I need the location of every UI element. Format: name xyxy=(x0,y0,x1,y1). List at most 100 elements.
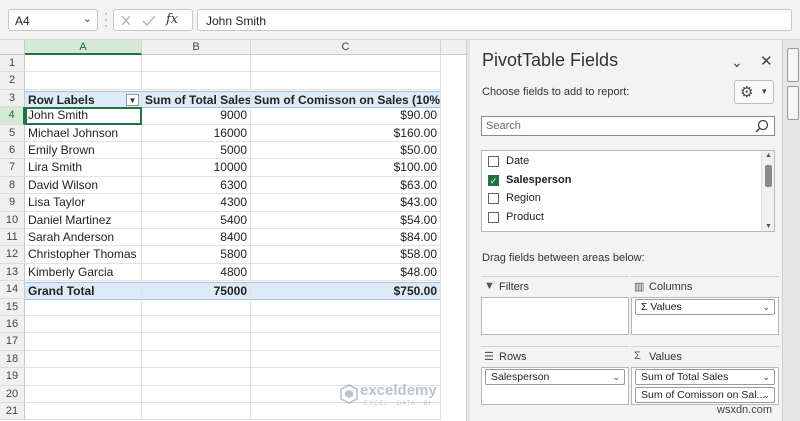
field-checkbox[interactable]: ✓ xyxy=(488,174,499,186)
row-header[interactable]: 6 xyxy=(0,142,25,160)
grand-total-label[interactable]: Grand Total xyxy=(25,282,142,300)
chevron-down-icon[interactable]: ⌄ xyxy=(731,54,743,71)
empty-cell[interactable] xyxy=(142,403,251,421)
select-all-corner[interactable] xyxy=(0,40,25,55)
column-header-d[interactable] xyxy=(441,40,466,55)
field-checkbox[interactable] xyxy=(488,193,499,204)
row-header[interactable]: 19 xyxy=(0,368,25,386)
total-sales-cell[interactable]: 6300 xyxy=(142,176,251,195)
grand-total-sales[interactable]: 75000 xyxy=(142,282,251,300)
scroll-down-icon[interactable]: ▼ xyxy=(765,223,772,230)
commission-cell[interactable]: $63.00 xyxy=(251,176,441,195)
rows-dropzone[interactable]: Salesperson ⌄ xyxy=(481,367,629,405)
row-label-cell[interactable]: David Wilson xyxy=(25,176,142,195)
rows-field-salesperson[interactable]: Salesperson ⌄ xyxy=(485,369,625,385)
row-header[interactable]: 9 xyxy=(0,194,25,212)
cancel-icon[interactable] xyxy=(121,15,131,26)
field-checkbox[interactable] xyxy=(488,156,499,167)
values-field-commission[interactable]: Sum of Comisson on Sal... ⌄ xyxy=(635,387,775,403)
row-header[interactable]: 20 xyxy=(0,385,25,403)
more-options-icon[interactable]: · · · xyxy=(103,7,109,31)
side-pane-tab[interactable] xyxy=(787,48,799,82)
row-header[interactable]: 14 xyxy=(0,281,25,299)
empty-cell[interactable] xyxy=(25,298,142,316)
empty-cell[interactable] xyxy=(142,316,251,334)
field-list-scrollbar[interactable]: ▲ ▼ xyxy=(761,151,774,231)
total-sales-cell[interactable]: 8400 xyxy=(142,229,251,247)
side-pane-tab[interactable] xyxy=(787,86,799,120)
row-label-cell[interactable]: Christopher Thomas xyxy=(25,246,142,264)
worksheet-grid[interactable]: A B C 1 2 3 4 5 6 7 8 9 10 11 12 13 14 15 16 17 18 19 20 21 … xyxy=(0,40,466,421)
insert-function-icon[interactable]: fx xyxy=(166,12,178,27)
chevron-down-icon[interactable]: ⌄ xyxy=(762,370,770,384)
commission-cell[interactable]: $160.00 xyxy=(251,124,441,142)
columns-dropzone[interactable]: Σ Values ⌄ xyxy=(631,297,779,335)
empty-cell[interactable] xyxy=(25,333,142,351)
sum-total-sales-header[interactable]: Sum of Total Sales xyxy=(142,90,251,109)
search-icon[interactable] xyxy=(754,118,770,134)
commission-cell[interactable]: $48.00 xyxy=(251,263,441,282)
empty-cell[interactable] xyxy=(25,72,142,90)
empty-cell[interactable] xyxy=(25,316,142,334)
total-sales-cell[interactable]: 5400 xyxy=(142,211,251,229)
chevron-down-icon[interactable]: ⌄ xyxy=(762,300,770,314)
row-header[interactable]: 2 xyxy=(0,72,25,90)
empty-cell[interactable] xyxy=(251,298,441,316)
tools-settings-button[interactable]: ⚙ ▾ xyxy=(734,80,774,104)
empty-cell[interactable] xyxy=(25,385,142,403)
row-header[interactable]: 3 xyxy=(0,89,25,108)
column-header-a[interactable]: A xyxy=(25,40,142,55)
values-field-total-sales[interactable]: Sum of Total Sales ⌄ xyxy=(635,369,775,385)
row-labels-header[interactable]: Row Labels ▼ xyxy=(25,90,142,109)
row-header[interactable]: 12 xyxy=(0,246,25,264)
empty-cell[interactable] xyxy=(25,350,142,369)
columns-field-values[interactable]: Σ Values ⌄ xyxy=(635,299,775,315)
field-search-input[interactable]: Search xyxy=(481,116,775,136)
empty-cell[interactable] xyxy=(251,72,441,90)
total-sales-cell[interactable]: 4300 xyxy=(142,194,251,212)
empty-cell[interactable] xyxy=(251,333,441,351)
filter-dropdown-icon[interactable]: ▼ xyxy=(126,93,139,106)
empty-cell[interactable] xyxy=(251,350,441,369)
empty-cell[interactable] xyxy=(142,298,251,316)
row-label-cell[interactable]: Lisa Taylor xyxy=(25,194,142,212)
empty-cell[interactable] xyxy=(25,55,142,73)
row-label-cell[interactable]: Daniel Martinez xyxy=(25,211,142,229)
row-label-cell[interactable]: Kimberly Garcia xyxy=(25,263,142,282)
row-header[interactable]: 8 xyxy=(0,176,25,195)
sum-commission-header[interactable]: Sum of Comisson on Sales (10%) xyxy=(251,90,441,109)
chevron-down-icon[interactable]: ⌄ xyxy=(83,12,92,25)
formula-input[interactable]: John Smith xyxy=(197,9,792,31)
row-header[interactable]: 13 xyxy=(0,263,25,282)
commission-cell[interactable]: $90.00 xyxy=(251,107,441,125)
field-checkbox[interactable] xyxy=(488,211,499,223)
total-sales-cell[interactable]: 5800 xyxy=(142,246,251,264)
total-sales-cell[interactable]: 4800 xyxy=(142,263,251,282)
row-header[interactable]: 15 xyxy=(0,298,25,316)
commission-cell[interactable]: $84.00 xyxy=(251,229,441,247)
column-header-b[interactable]: B xyxy=(142,40,251,55)
row-header[interactable]: 16 xyxy=(0,316,25,334)
empty-cell[interactable] xyxy=(251,55,441,73)
grand-total-commission[interactable]: $750.00 xyxy=(251,282,441,300)
filters-dropzone[interactable] xyxy=(481,297,629,335)
row-header[interactable]: 4 xyxy=(0,107,25,125)
row-header[interactable]: 17 xyxy=(0,333,25,351)
row-label-cell[interactable]: Lira Smith xyxy=(25,159,142,177)
enter-icon[interactable] xyxy=(142,15,156,26)
column-header-c[interactable]: C xyxy=(251,40,441,55)
close-icon[interactable]: ✕ xyxy=(760,52,773,70)
commission-cell[interactable]: $54.00 xyxy=(251,211,441,229)
empty-cell[interactable] xyxy=(142,368,251,386)
row-label-cell[interactable]: Emily Brown xyxy=(25,142,142,160)
name-box[interactable]: A4 ⌄ xyxy=(8,9,98,31)
empty-cell[interactable] xyxy=(142,55,251,73)
empty-cell[interactable] xyxy=(142,333,251,351)
row-header[interactable]: 5 xyxy=(0,124,25,142)
empty-cell[interactable] xyxy=(25,368,142,386)
commission-cell[interactable]: $50.00 xyxy=(251,142,441,160)
row-header[interactable]: 21 xyxy=(0,403,25,421)
empty-cell[interactable] xyxy=(25,403,142,421)
row-header[interactable]: 10 xyxy=(0,211,25,229)
row-label-cell[interactable]: Sarah Anderson xyxy=(25,229,142,247)
